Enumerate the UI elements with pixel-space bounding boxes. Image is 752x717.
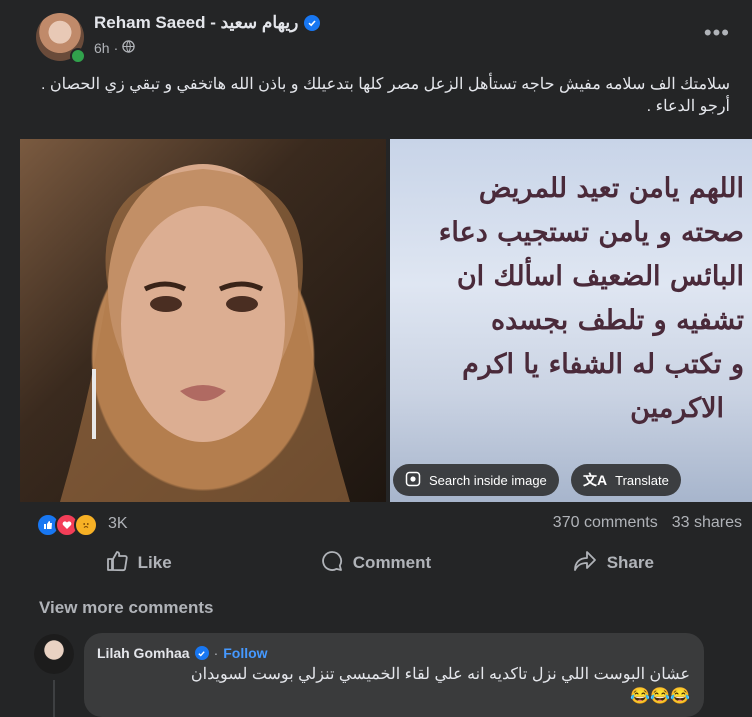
share-arrow-icon	[573, 550, 597, 577]
prayer-line: البائس الضعيف اسألك ان	[456, 261, 744, 292]
more-options-icon[interactable]: •••	[704, 20, 730, 46]
post-actions: Like Comment Share	[20, 543, 732, 583]
lens-search-icon	[405, 471, 421, 490]
post-time[interactable]: 6h	[94, 40, 110, 56]
engagement-stats: 370 comments 33 shares	[553, 514, 742, 532]
reaction-count[interactable]: 3K	[108, 515, 128, 533]
comment-text: عشان البوست اللي نزل تاكديه انه علي لقاء…	[96, 664, 690, 708]
translate-label: Translate	[615, 472, 669, 488]
comment-bubble-icon	[321, 550, 343, 577]
commenter-name[interactable]: Lilah Gomhaa	[97, 645, 190, 661]
comment-emojis: 😂😂😂	[630, 688, 690, 705]
prayer-line: و تكتب له الشفاء يا اكرم	[462, 349, 744, 380]
comment-body: عشان البوست اللي نزل تاكديه انه علي لقاء…	[190, 666, 690, 683]
author-name[interactable]: Reham Saeed - ريهام سعيد	[94, 13, 298, 33]
thumbs-up-icon	[106, 550, 128, 577]
commenter-avatar[interactable]	[34, 634, 74, 674]
post-photo-prayer[interactable]: اللهم يامن تعيد للمريض صحته و يامن تستجي…	[390, 139, 752, 502]
globe-icon[interactable]	[122, 40, 135, 56]
post-author[interactable]: Reham Saeed - ريهام سعيد	[94, 13, 321, 33]
post-card: Reham Saeed - ريهام سعيد 6h · ••• سلامتك…	[0, 0, 752, 717]
comment-header: Lilah Gomhaa · Follow	[97, 645, 268, 661]
online-status-dot	[70, 48, 86, 64]
share-button[interactable]: Share	[495, 543, 732, 583]
share-label: Share	[606, 553, 654, 572]
meta-separator: ·	[113, 40, 119, 56]
comments-count[interactable]: 370 comments	[553, 514, 658, 532]
verified-badge-icon	[304, 15, 321, 31]
comment-label: Comment	[352, 553, 432, 572]
post-text: سلامتك الف سلامه مفيش حاجه تستأهل الزعل …	[41, 76, 730, 115]
view-more-comments-link[interactable]: View more comments	[39, 598, 213, 618]
prayer-line: اللهم يامن تعيد للمريض	[478, 173, 744, 204]
prayer-line: الاكرمين	[630, 393, 724, 424]
search-inside-image-button[interactable]: Search inside image	[393, 464, 559, 496]
post-photo-portrait[interactable]	[20, 139, 386, 502]
shares-count[interactable]: 33 shares	[672, 514, 742, 532]
prayer-text-image: اللهم يامن تعيد للمريض صحته و يامن تستجي…	[390, 167, 744, 431]
reaction-icons[interactable]	[36, 513, 98, 537]
comment-thread-line	[53, 680, 55, 717]
follow-button[interactable]: Follow	[223, 645, 267, 661]
prayer-line: صحته و يامن تستجيب دعاء	[438, 217, 744, 248]
verified-badge-icon	[194, 646, 209, 660]
like-button[interactable]: Like	[20, 543, 257, 583]
translate-icon: 文A	[583, 472, 608, 488]
search-inside-image-label: Search inside image	[429, 472, 547, 488]
prayer-line: تشفيه و تلطف بجسده	[490, 305, 744, 336]
sad-reaction-icon	[74, 513, 98, 537]
translate-button[interactable]: 文A Translate	[571, 464, 681, 496]
comment-button[interactable]: Comment	[257, 543, 494, 583]
like-label: Like	[137, 553, 172, 572]
post-meta: 6h ·	[94, 40, 135, 56]
follow-separator: ·	[213, 645, 219, 661]
